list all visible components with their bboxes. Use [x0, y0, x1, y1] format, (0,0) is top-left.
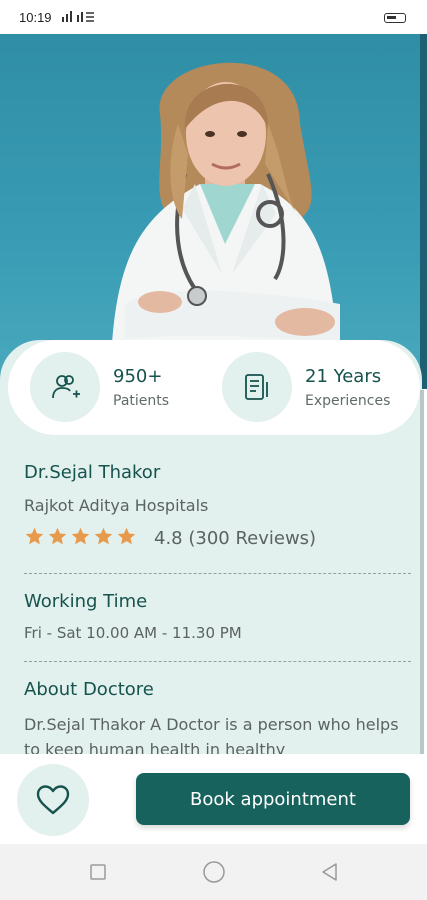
star-icon — [25, 527, 44, 545]
experience-label: Experiences — [305, 393, 391, 409]
patients-label: Patients — [113, 393, 170, 409]
heart-icon — [36, 785, 70, 815]
add-user-icon — [30, 352, 100, 422]
star-icon — [71, 527, 90, 545]
status-bar: 10:19 — [0, 0, 427, 34]
circle-icon — [203, 861, 225, 883]
rating-text: 4.8 (300 Reviews) — [154, 528, 317, 549]
star-icon — [94, 527, 113, 545]
back-button[interactable] — [318, 860, 342, 884]
working-time-title: Working Time — [24, 591, 148, 612]
favorite-button[interactable] — [17, 764, 89, 836]
experience-value: 21 Years — [305, 366, 382, 387]
document-icon — [222, 352, 292, 422]
about-title: About Doctore — [24, 679, 154, 700]
doctor-photo — [0, 34, 427, 389]
star-icon — [48, 527, 67, 545]
hero-scrollbar[interactable] — [420, 34, 427, 389]
doctor-name: Dr.Sejal Thakor — [24, 462, 161, 483]
book-appointment-button[interactable]: Book appointment — [136, 773, 410, 825]
square-icon — [90, 864, 106, 880]
recent-apps-button[interactable] — [86, 860, 110, 884]
battery-icon — [384, 13, 406, 23]
content-scrollbar[interactable] — [420, 390, 424, 755]
rating-stars — [24, 526, 137, 547]
home-button[interactable] — [202, 860, 226, 884]
hospital-name: Rajkot Aditya Hospitals — [24, 496, 209, 515]
back-triangle-icon — [322, 863, 337, 881]
status-time: 10:19 — [19, 10, 52, 25]
about-text: Dr.Sejal Thakor A Doctor is a person who… — [24, 715, 399, 754]
signal-icon — [62, 9, 96, 26]
stats-card: 950+ Patients 21 Years Experiences — [8, 340, 420, 435]
working-hours: Fri - Sat 10.00 AM - 11.30 PM — [24, 624, 242, 642]
star-icon — [117, 527, 136, 545]
patients-count: 950+ — [113, 366, 163, 387]
divider — [24, 573, 411, 574]
divider — [24, 661, 411, 662]
